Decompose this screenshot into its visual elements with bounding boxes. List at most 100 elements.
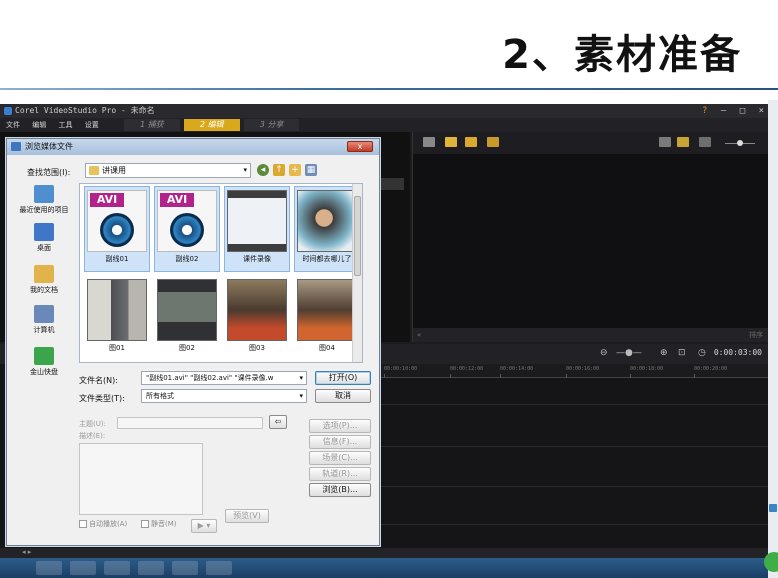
taskbar-button[interactable]	[36, 561, 62, 575]
subject-label: 主题(U):	[79, 420, 106, 428]
video-thumbnail	[227, 190, 287, 252]
desktop-icon	[34, 223, 54, 241]
thumbnail-view-icon[interactable]	[677, 137, 689, 147]
file-item[interactable]: 图02	[154, 276, 220, 362]
library-panel: « 排序	[412, 132, 768, 342]
floating-green-button[interactable]	[764, 552, 778, 572]
slider-knob[interactable]	[737, 140, 743, 146]
scrollbar-thumb[interactable]	[354, 196, 361, 276]
file-item[interactable]: 图04	[294, 276, 360, 362]
zoom-slider[interactable]: —●—	[616, 348, 642, 358]
dialog-icon	[11, 142, 21, 151]
scene-button[interactable]: 场景(C)...	[309, 451, 371, 465]
image-filter-icon[interactable]	[465, 137, 477, 147]
chevron-down-icon: ▾	[299, 374, 303, 382]
filetype-select[interactable]: 所有格式 ▾	[141, 389, 307, 403]
dialog-close-button[interactable]: x	[347, 141, 373, 152]
ruler-tick: 00:00:12:00	[450, 366, 484, 378]
import-icon[interactable]	[699, 137, 711, 147]
dialog-title: 浏览媒体文件	[25, 142, 73, 151]
timeline-footer: ◂ ▸	[0, 548, 768, 558]
file-item[interactable]: 图01	[84, 276, 150, 362]
place-recent[interactable]: 最近使用的项目	[13, 185, 75, 215]
taskbar-button[interactable]	[104, 561, 130, 575]
zoom-in-icon[interactable]: ⊕	[660, 348, 668, 358]
place-computer[interactable]: 计算机	[13, 305, 75, 335]
preview-button[interactable]: 预览(V)	[225, 509, 269, 523]
list-view-icon[interactable]	[659, 137, 671, 147]
clock-icon: ◷	[698, 348, 706, 358]
track-divider	[380, 524, 768, 525]
description-input[interactable]	[79, 443, 203, 515]
folder-icon[interactable]	[423, 137, 435, 147]
edge-marker	[769, 504, 777, 512]
sort-label[interactable]: 排序	[749, 328, 763, 342]
place-desktop[interactable]: 桌面	[13, 223, 75, 253]
filename-input[interactable]: "副线01.avi" "副线02.avi" "课件录像.w ▾	[141, 371, 307, 385]
look-in-label: 查找范围(I):	[27, 168, 71, 177]
back-icon[interactable]: ◂	[257, 164, 269, 176]
file-item[interactable]: AVI 副线01	[84, 186, 150, 272]
new-folder-icon[interactable]: +	[289, 164, 301, 176]
ruler-tick: 00:00:16:00	[566, 366, 600, 378]
taskbar-button[interactable]	[70, 561, 96, 575]
kuaipan-icon	[34, 347, 54, 365]
fit-project-icon[interactable]: ⊡	[678, 348, 686, 358]
place-kuaipan[interactable]: 金山快盘	[13, 347, 75, 377]
step-edit[interactable]: 2 编辑	[183, 119, 240, 131]
minimize-button[interactable]: –	[721, 106, 726, 116]
autoplay-checkbox[interactable]: 自动播放(A)	[79, 519, 127, 529]
maximize-button[interactable]: □	[740, 106, 745, 116]
chevron-down-icon: ▾	[299, 392, 303, 400]
photo-thumbnail	[87, 279, 147, 341]
photo-thumbnail	[297, 190, 357, 252]
options-button[interactable]: 选项(P)...	[309, 419, 371, 433]
open-button[interactable]: 打开(O)	[315, 371, 371, 385]
menu-settings[interactable]: 设置	[85, 121, 99, 129]
menu-tools[interactable]: 工具	[58, 121, 72, 129]
timeline-ruler: 00:00:10:00 00:00:12:00 00:00:14:00 00:0…	[380, 364, 768, 378]
description-label: 描述(E):	[79, 432, 106, 440]
audio-filter-icon[interactable]	[487, 137, 499, 147]
file-name: 副线02	[175, 255, 199, 263]
windows-taskbar	[0, 558, 768, 578]
menu-file[interactable]: 文件	[6, 121, 20, 129]
subject-input[interactable]	[117, 417, 263, 429]
play-button[interactable]: ▶ ▾	[191, 519, 217, 533]
help-icon[interactable]: ?	[702, 106, 707, 116]
file-item[interactable]: AVI 副线02	[154, 186, 220, 272]
filetype-label: 文件类型(T):	[79, 394, 125, 403]
taskbar-button[interactable]	[172, 561, 198, 575]
file-item[interactable]: 时间都去哪儿了	[294, 186, 360, 272]
place-documents[interactable]: 我的文档	[13, 265, 75, 295]
file-item[interactable]: 课件录像	[224, 186, 290, 272]
title-divider	[0, 88, 778, 90]
file-item[interactable]: 图03	[224, 276, 290, 362]
menu-edit[interactable]: 编辑	[32, 121, 46, 129]
cancel-button[interactable]: 取消	[315, 389, 371, 403]
step-share[interactable]: 3 分享	[243, 119, 300, 131]
zoom-out-icon[interactable]: ⊖	[600, 348, 608, 358]
info-button[interactable]: 信息(F)...	[309, 435, 371, 449]
file-list-scrollbar[interactable]	[352, 184, 362, 362]
taskbar-button[interactable]	[206, 561, 232, 575]
photo-thumbnail	[227, 279, 287, 341]
look-in-select[interactable]: 讲课用 ▾	[85, 163, 251, 178]
video-filter-icon[interactable]	[445, 137, 457, 147]
browse-button[interactable]: 浏览(B)...	[309, 483, 371, 497]
slide: 2、素材准备 Corel VideoStudio Pro - 未命名 ? – □…	[0, 0, 778, 578]
close-button[interactable]: ×	[759, 106, 764, 116]
step-capture[interactable]: 1 捕获	[124, 119, 180, 131]
track-divider	[380, 486, 768, 487]
back-arrow-button[interactable]: ⇦	[269, 415, 287, 429]
taskbar-button[interactable]	[138, 561, 164, 575]
file-name: 时间都去哪儿了	[302, 255, 352, 263]
scroll-arrows-icon[interactable]: ◂ ▸	[22, 548, 31, 556]
track-button[interactable]: 轨道(R)...	[309, 467, 371, 481]
collapse-icon[interactable]: «	[417, 331, 421, 339]
filename-label: 文件名(N):	[79, 376, 118, 385]
view-menu-icon[interactable]: ▦	[305, 164, 317, 176]
mute-checkbox[interactable]: 静音(M)	[141, 519, 177, 529]
slide-title: 2、素材准备	[502, 32, 742, 78]
up-folder-icon[interactable]: ↑	[273, 164, 285, 176]
